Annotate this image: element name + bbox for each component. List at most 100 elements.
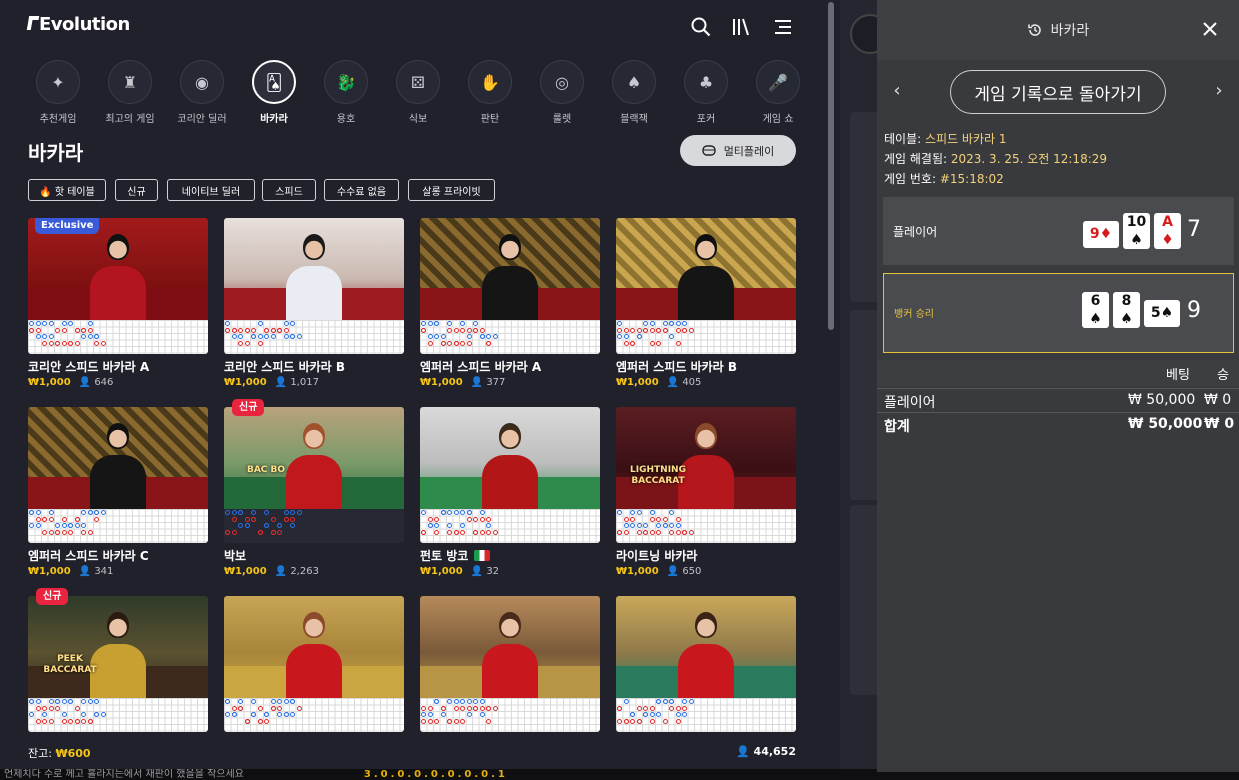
road-dot	[617, 334, 622, 339]
filter-chip[interactable]: 스피드	[262, 179, 316, 201]
next-arrow-icon[interactable]: ›	[1209, 80, 1229, 101]
table-thumbnail[interactable]	[224, 218, 404, 320]
road-dot	[231, 516, 237, 522]
road-dot	[427, 340, 433, 346]
table-tile[interactable]: 엠퍼러 스피드 바카라 A ₩1,000 👤 377	[420, 218, 600, 388]
road-dot	[225, 712, 230, 717]
table-thumbnail[interactable]	[420, 407, 600, 509]
menu-icon[interactable]	[772, 16, 794, 38]
category-podium[interactable]: ♜ 최고의 게임	[100, 60, 160, 125]
category-microphone[interactable]: 🎤 게임 쇼	[748, 60, 808, 125]
table-tile[interactable]: BAC BO 신규 박보 ₩1,000 👤 2,263	[224, 399, 404, 577]
total-players: 👤 44,652	[736, 745, 796, 758]
road-dot	[636, 718, 642, 724]
road-dot	[94, 334, 99, 339]
category-chip[interactable]: ◉ 코리안 딜러	[172, 60, 232, 125]
multiplay-button[interactable]: 멀티플레이	[680, 135, 796, 166]
road-dot	[479, 334, 485, 339]
road-dot	[656, 516, 661, 522]
table-thumbnail[interactable]: LIGHTNING BACCARAT	[616, 407, 796, 509]
table-tile[interactable]: 엠퍼러 스피드 바카라 C ₩1,000 👤 341	[28, 407, 208, 577]
dealer	[482, 644, 538, 698]
road-dot	[270, 699, 276, 704]
road-dot	[434, 529, 439, 535]
lobby-scrollbar[interactable]	[828, 2, 834, 330]
road-map	[420, 320, 600, 354]
road-dot	[257, 321, 263, 326]
search-icon[interactable]	[690, 16, 712, 38]
filter-chip[interactable]: 네이티브 딜러	[167, 179, 255, 201]
table-thumbnail[interactable]	[224, 596, 404, 698]
filter-chip[interactable]: 수수료 없음	[324, 179, 399, 201]
road-dot	[623, 334, 629, 339]
table-thumbnail[interactable]: PEEK BACCARAT	[28, 596, 208, 698]
road-dot	[231, 327, 237, 333]
dragon-icon: 🐉	[324, 60, 368, 104]
evolution-logo[interactable]: Evolution	[26, 14, 130, 35]
category-baccarat-cards[interactable]: 🂡 바카라	[244, 60, 304, 125]
category-dice[interactable]: ⚄ 식보	[388, 60, 448, 125]
table-tile[interactable]: 엠퍼러 스피드 바카라 B ₩1,000 👤 405	[616, 218, 796, 388]
category-poker[interactable]: ♣ 포커	[676, 60, 736, 125]
road-dot	[231, 334, 237, 339]
table-thumbnail[interactable]: BAC BO	[224, 407, 404, 509]
bet-row: 플레이어 ₩ 50,000 ₩ 0	[877, 388, 1239, 412]
filter-chip[interactable]: 🔥 핫 테이블	[28, 179, 106, 201]
road-dot	[656, 712, 661, 717]
table-name: 펀토 방코	[420, 547, 491, 564]
back-to-history-button[interactable]: 게임 기록으로 돌아가기	[950, 70, 1166, 114]
filter-chip[interactable]: 살롱 프라이빗	[408, 179, 495, 201]
table-tile[interactable]	[616, 596, 796, 766]
table-thumbnail[interactable]	[420, 218, 600, 320]
road-dot	[48, 699, 54, 704]
close-icon[interactable]	[1199, 18, 1221, 40]
background-card	[850, 505, 880, 695]
category-dragon[interactable]: 🐉 용호	[316, 60, 376, 125]
road-dot	[623, 523, 629, 528]
card-rank: 9	[1089, 226, 1100, 242]
table-tile[interactable]: PEEK BACCARAT 신규	[28, 588, 208, 766]
category-blackjack[interactable]: ♠ 블랙잭	[604, 60, 664, 125]
dealer	[90, 455, 146, 509]
library-icon[interactable]	[730, 16, 752, 38]
ticker-gold-text: 3.0.0.0.0.0.0.0.1	[363, 769, 508, 780]
multiplay-icon	[701, 145, 716, 156]
table-thumbnail[interactable]	[420, 596, 600, 698]
table-tile[interactable]: Exclusive 코리안 스피드 바카라 A ₩1,000 👤 646	[28, 218, 208, 388]
table-thumbnail[interactable]	[616, 596, 796, 698]
road-dot	[238, 523, 243, 528]
road-dot	[453, 327, 459, 333]
previous-arrow-icon[interactable]: ‹	[887, 80, 907, 101]
filter-chip[interactable]: 신규	[115, 179, 158, 201]
resolved-info-label: 게임 해결됨:	[884, 152, 948, 166]
bet-row: 합계 ₩ 50,000 ₩ 0	[877, 412, 1239, 436]
player-count-value: 2,263	[290, 566, 319, 577]
table-tile[interactable]: LIGHTNING BACCARAT 라이트닝 바카라 ₩1,000 👤 650	[616, 407, 796, 577]
game-number-info: 게임 번호: #15:18:02	[884, 169, 1107, 189]
table-tile[interactable]	[224, 596, 404, 766]
road-dot	[48, 705, 54, 711]
multiplay-label: 멀티플레이	[723, 144, 775, 158]
category-roulette[interactable]: ◎ 룰렛	[532, 60, 592, 125]
category-hands[interactable]: ✋ 판탄	[460, 60, 520, 125]
road-dot	[290, 516, 295, 522]
road-dot	[447, 327, 452, 333]
table-thumbnail[interactable]	[28, 407, 208, 509]
player-count: 👤 646	[79, 377, 114, 388]
table-tile[interactable]: 펀토 방코 ₩1,000 👤 32	[420, 407, 600, 577]
table-tile[interactable]	[420, 596, 600, 766]
category-sparkles[interactable]: ✦ 추천게임	[28, 60, 88, 125]
table-tile[interactable]: 코리안 스피드 바카라 B ₩1,000 👤 1,017	[224, 218, 404, 388]
dice-icon: ⚄	[396, 60, 440, 104]
road-dot	[81, 712, 86, 717]
road-dot	[473, 705, 478, 711]
dealer	[482, 266, 538, 320]
road-dot	[440, 340, 446, 346]
dealer-head	[107, 612, 129, 638]
table-thumbnail[interactable]	[616, 218, 796, 320]
player-count: 👤 341	[79, 566, 114, 577]
road-dot	[427, 523, 433, 528]
road-dot	[29, 321, 34, 326]
road-dot	[100, 510, 106, 515]
category-label: 추천게임	[39, 114, 77, 125]
